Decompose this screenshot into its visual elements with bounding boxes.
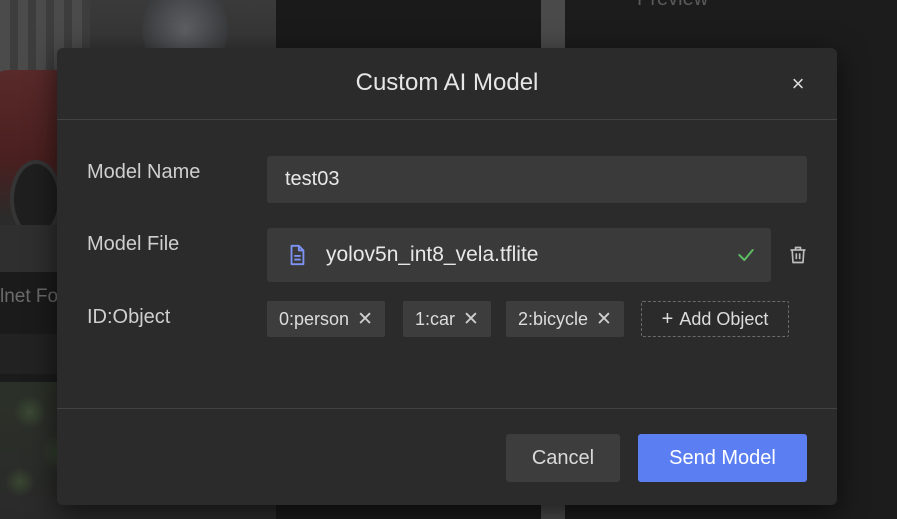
dialog-header: Custom AI Model × bbox=[57, 48, 837, 120]
check-icon bbox=[738, 249, 754, 261]
model-name-label: Model Name bbox=[87, 161, 201, 183]
dialog-title: Custom AI Model bbox=[355, 69, 539, 96]
dialog-footer: Cancel Send Model bbox=[57, 408, 837, 506]
id-object-label: ID:Object bbox=[87, 306, 171, 328]
plus-icon: + bbox=[661, 307, 674, 330]
object-tag-label: 2:bicycle bbox=[518, 308, 589, 329]
remove-tag-icon[interactable]: ✕ bbox=[357, 308, 373, 331]
remove-tag-icon[interactable]: ✕ bbox=[463, 308, 479, 331]
add-object-label: Add Object bbox=[679, 308, 769, 329]
trash-icon[interactable] bbox=[788, 245, 808, 265]
background-preview-heading: Preview bbox=[637, 0, 708, 11]
object-tag: 2:bicycle ✕ bbox=[506, 301, 624, 337]
close-icon[interactable]: × bbox=[787, 73, 809, 95]
app-stage: lnet Fo Preview Custom AI Model × Model … bbox=[0, 0, 897, 519]
cancel-button[interactable]: Cancel bbox=[506, 434, 620, 482]
model-file-box[interactable]: yolov5n_int8_vela.tflite bbox=[267, 228, 771, 282]
remove-tag-icon[interactable]: ✕ bbox=[596, 308, 612, 331]
model-name-input[interactable] bbox=[267, 156, 807, 203]
object-tag-label: 0:person bbox=[279, 308, 350, 329]
add-object-button[interactable]: + Add Object bbox=[641, 301, 789, 337]
object-tag: 1:car ✕ bbox=[403, 301, 491, 337]
file-icon bbox=[290, 244, 305, 266]
custom-ai-model-dialog: Custom AI Model × Model Name Model File … bbox=[57, 48, 837, 505]
send-model-button[interactable]: Send Model bbox=[638, 434, 807, 482]
object-tag-label: 1:car bbox=[415, 308, 456, 329]
model-file-name: yolov5n_int8_vela.tflite bbox=[326, 243, 539, 266]
model-file-label: Model File bbox=[87, 233, 180, 255]
object-tag: 0:person ✕ bbox=[267, 301, 385, 337]
background-model-label: lnet Fo bbox=[0, 286, 59, 307]
